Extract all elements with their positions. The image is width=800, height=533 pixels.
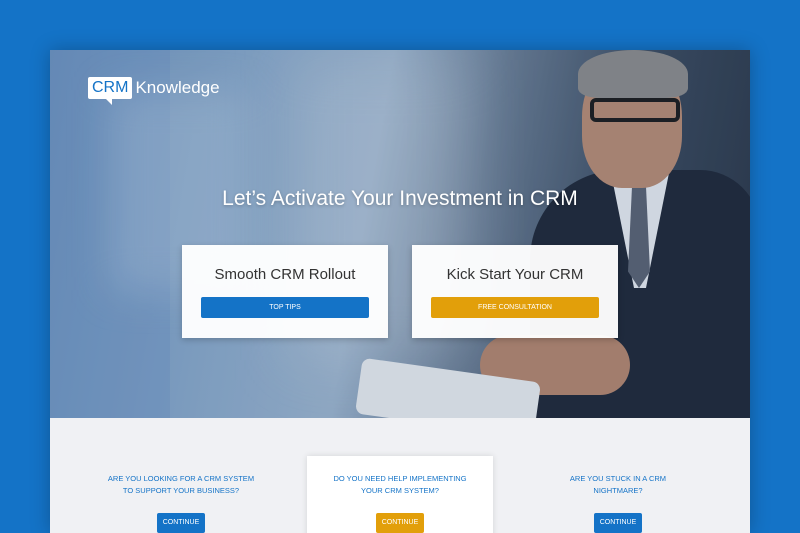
free-consultation-button[interactable]: FREE CONSULTATION: [431, 297, 599, 318]
continue-button[interactable]: CONTINUE: [157, 513, 205, 533]
page-frame: CRM Knowledge Let’s Activate Your Invest…: [50, 50, 750, 533]
card-title: Kick Start Your CRM: [446, 266, 584, 283]
logo[interactable]: CRM Knowledge: [88, 77, 220, 105]
top-tips-button[interactable]: TOP TIPS: [201, 297, 369, 318]
card-smooth-rollout: Smooth CRM Rollout TOP TIPS: [182, 245, 388, 338]
logo-mark: CRM: [88, 77, 133, 105]
questions-section: ARE YOU LOOKING FOR A CRM SYSTEM TO SUPPO…: [50, 418, 750, 533]
hero-banner: CRM Knowledge Let’s Activate Your Invest…: [50, 50, 750, 418]
hero-headline: Let’s Activate Your Investment in CRM: [222, 187, 578, 210]
logo-text: Knowledge: [135, 78, 220, 97]
continue-button[interactable]: CONTINUE: [594, 513, 642, 533]
card-kick-start: Kick Start Your CRM FREE CONSULTATION: [412, 245, 618, 338]
continue-button[interactable]: CONTINUE: [376, 513, 424, 533]
card-title: Smooth CRM Rollout: [214, 266, 356, 283]
question-item: DO YOU NEED HELP IMPLEMENTING YOUR CRM SY…: [307, 418, 493, 533]
question-item: ARE YOU STUCK IN A CRM NIGHTMARE? CONTINU…: [525, 418, 711, 533]
question-item: ARE YOU LOOKING FOR A CRM SYSTEM TO SUPPO…: [88, 418, 274, 533]
